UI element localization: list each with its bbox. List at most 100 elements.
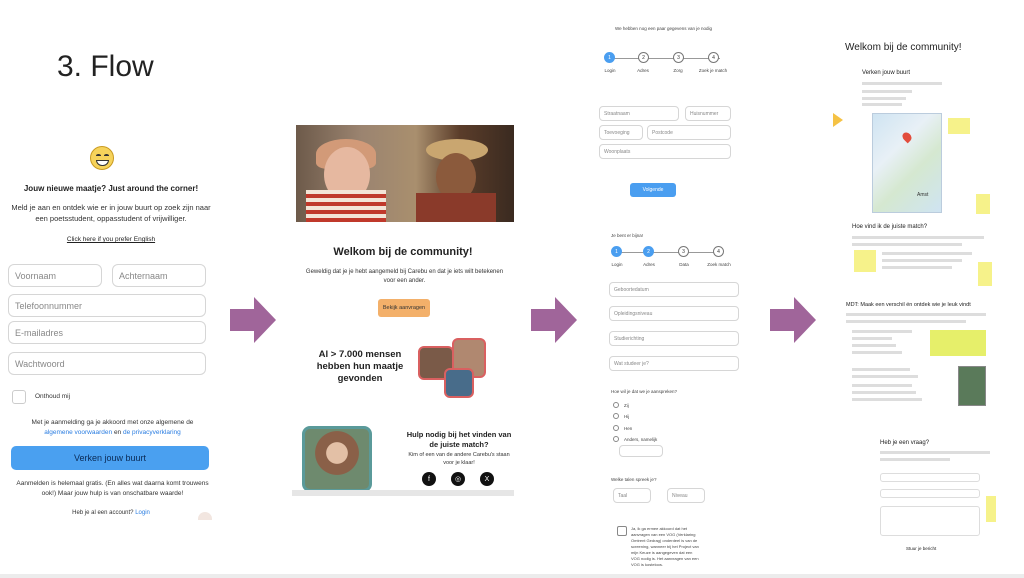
next-button[interactable]: Volgende [630, 183, 676, 197]
mdt-heading: MDT: Maak een verschil én ontdek wie je … [846, 302, 971, 308]
step-label: Zoek je match [698, 68, 728, 73]
hero-photo [296, 125, 514, 222]
login-link[interactable]: Login [135, 510, 150, 516]
addition-input[interactable]: Toevoeging [599, 125, 643, 140]
section-b-note: Je bent er bijna! [611, 233, 644, 238]
legal-prefix: Met je aanmelding ga je akkoord met onze… [31, 419, 194, 426]
what-study-input[interactable]: Wat studeer je? [609, 356, 739, 371]
arrow-right-icon [531, 297, 577, 343]
pronoun-other-input[interactable] [619, 445, 663, 457]
text-line [846, 313, 986, 316]
send-button[interactable]: Stuur je bericht [906, 546, 936, 551]
explore-button[interactable]: Verken jouw buurt [11, 446, 209, 470]
step-2: 2 [638, 52, 649, 63]
legal-text: Met je aanmelding ga je akkoord met onze… [10, 418, 215, 438]
text-line [862, 103, 902, 106]
street-input[interactable]: Straatnaam [599, 106, 679, 121]
grin-emoji-icon [90, 146, 114, 170]
instagram-icon[interactable]: ◎ [451, 472, 465, 486]
study-input[interactable]: Studierichting [609, 331, 739, 346]
view-requests-button[interactable]: Bekijk aanvragen [378, 299, 430, 317]
privacy-link[interactable]: de privacyverklaring [123, 429, 181, 436]
text-line [862, 97, 906, 100]
match-heading: Hoe vind ik de juiste match? [852, 224, 928, 230]
education-input[interactable]: Opleidingsniveau [609, 306, 739, 321]
postcode-input[interactable]: Postcode [647, 125, 731, 140]
step-label: Zorg [673, 68, 683, 73]
email-input[interactable]: E-mailadres [8, 321, 206, 344]
free-note: Aanmelden is helemaal gratis. (En alles … [16, 480, 209, 497]
community-panel: Welkom bij de community! Verken jouw buu… [838, 30, 996, 575]
facebook-icon[interactable]: f [422, 472, 436, 486]
last-name-input[interactable]: Achternaam [112, 264, 206, 287]
pronoun-label: Hij [624, 414, 630, 419]
onboarding-panel: We hebben nog een paar gegevens van je n… [595, 20, 755, 575]
text-line [852, 330, 912, 333]
slide: 3. Flow Jouw nieuwe maatje? Just around … [0, 0, 1024, 578]
step-3: 3 [678, 246, 689, 257]
stepper-line [620, 252, 720, 253]
sticky-note [854, 250, 876, 272]
pronoun-label: Anders, namelijk [624, 437, 658, 442]
help-heading: Hulp nodig bij het vinden van de juiste … [406, 430, 512, 449]
birthdate-input[interactable]: Geboortedatum [609, 282, 739, 297]
step-label: Login [604, 68, 616, 73]
map-pin-icon [900, 130, 914, 144]
top-note: We hebben nog een paar gegevens van je n… [615, 26, 712, 31]
x-icon[interactable]: X [480, 472, 494, 486]
explore-heading: Verken jouw buurt [862, 70, 911, 76]
account-line: Heb je al een account? Login [0, 510, 222, 516]
text-line [852, 337, 892, 340]
consent-checkbox[interactable] [617, 526, 627, 536]
pronoun-label: Hen [624, 426, 633, 431]
text-line [852, 375, 918, 378]
text-line [882, 266, 952, 269]
step-1: 1 [604, 52, 615, 63]
step-2: 2 [643, 246, 654, 257]
name-field[interactable] [880, 473, 980, 482]
slide-title: 3. Flow [57, 50, 154, 83]
text-line [862, 82, 942, 85]
house-number-input[interactable]: Huisnummer [685, 106, 731, 121]
neighbourhood-map[interactable]: Amst [872, 113, 942, 213]
text-line [852, 351, 902, 354]
step-label: Data [679, 262, 689, 267]
phone-input[interactable]: Telefoonnummer [8, 294, 206, 317]
step-label: Adres [637, 68, 649, 73]
step-1: 1 [611, 246, 622, 257]
password-input[interactable]: Wachtwoord [8, 352, 206, 375]
highlight-block [930, 330, 986, 356]
message-field[interactable] [880, 506, 980, 536]
consent-text: Ja, ik ga ermee akkoord dat het aanvrage… [631, 526, 699, 567]
first-name-input[interactable]: Voornaam [8, 264, 102, 287]
pronoun-radio[interactable] [613, 436, 619, 442]
sticky-note [986, 496, 996, 522]
pronoun-radio[interactable] [613, 425, 619, 431]
stepper-line [614, 58, 720, 59]
pronoun-radio[interactable] [613, 413, 619, 419]
step-label: Login [611, 262, 623, 267]
text-line [880, 451, 990, 454]
language-input[interactable]: Taal [613, 488, 651, 503]
map-label: Amst [917, 192, 929, 198]
level-input[interactable]: Niveau [667, 488, 705, 503]
footer-bar [292, 490, 514, 496]
signup-heading: Jouw nieuwe maatje? Just around the corn… [23, 184, 199, 193]
pronoun-radio[interactable] [613, 402, 619, 408]
text-line [846, 320, 966, 323]
help-subtext: Kim of een van de andere Carebu's staan … [408, 452, 510, 466]
step-label: Adres [643, 262, 655, 267]
english-link[interactable]: Click here if you prefer English [0, 236, 222, 243]
remember-checkbox[interactable] [12, 390, 26, 404]
text-line [852, 243, 962, 246]
language-question: Welke talen spreek je? [611, 477, 657, 482]
email-field[interactable] [880, 489, 980, 498]
pronoun-question: Hoe wil je dat we je aanspreken? [611, 389, 678, 394]
city-input[interactable]: Woonplaats [599, 144, 731, 159]
slide-bottom-rule [0, 574, 1024, 578]
community-heading: Welkom bij de community! [845, 42, 962, 53]
arrow-right-icon [230, 297, 276, 343]
legal-and: en [113, 429, 122, 436]
text-line [852, 384, 912, 387]
terms-link[interactable]: algemene voorwaarden [44, 429, 112, 436]
